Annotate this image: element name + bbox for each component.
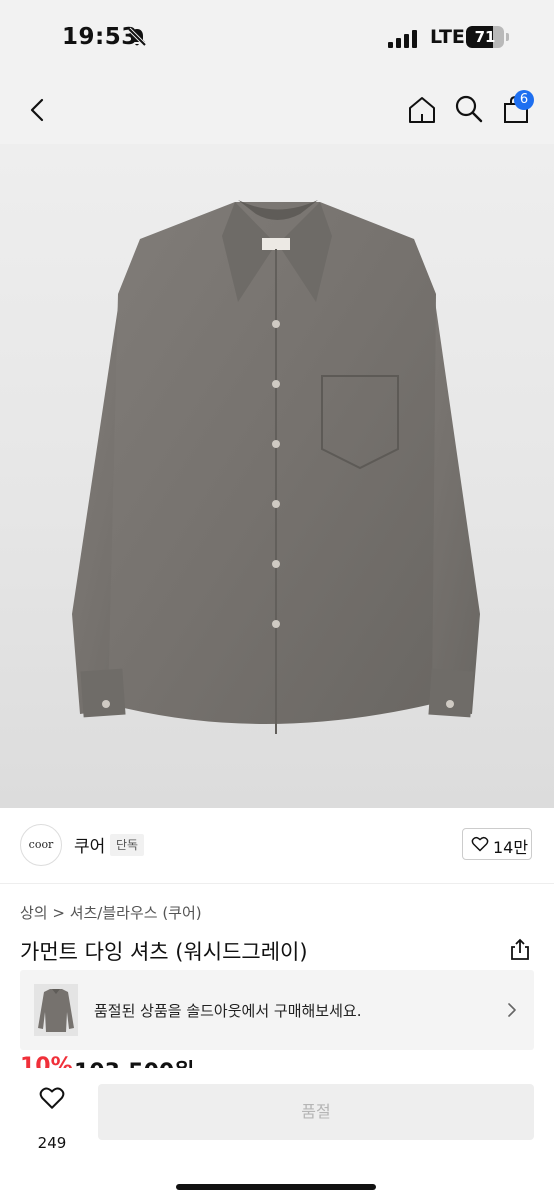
bottom-action-bar: 249 품절 [0, 1068, 554, 1200]
brand-name[interactable]: 쿠어 [74, 832, 105, 857]
chevron-left-icon[interactable] [22, 94, 54, 126]
brand-logo[interactable]: coor [20, 824, 62, 866]
heart-icon [471, 836, 489, 852]
soldout-banner[interactable]: 품절된 상품을 솔드아웃에서 구매해보세요. [20, 970, 534, 1050]
wishlist-button[interactable]: 249 [28, 1086, 76, 1156]
price-row: 10% 103,500원 [20, 1054, 320, 1068]
price: 103,500원 [74, 1054, 194, 1068]
network-type: LTE [430, 26, 465, 48]
banner-product-thumbnail [34, 984, 78, 1036]
home-indicator [176, 1184, 376, 1190]
cellular-signal-icon [388, 30, 417, 48]
status-bar: 19:53 LTE 71 [0, 0, 554, 76]
heart-icon [39, 1087, 65, 1109]
home-icon[interactable] [406, 94, 438, 126]
product-image[interactable] [0, 144, 554, 808]
banner-text: 품절된 상품을 솔드아웃에서 구매해보세요. [94, 1002, 362, 1020]
brand-like-button[interactable]: 14만 [462, 828, 532, 860]
breadcrumb[interactable]: 상의 > 셔츠/블라우스 (쿠어) [20, 902, 202, 923]
exclusive-badge: 단독 [110, 834, 145, 856]
chevron-right-icon [508, 1003, 516, 1017]
discount-rate: 10% [20, 1054, 73, 1068]
search-icon[interactable] [454, 94, 484, 124]
soldout-button[interactable]: 품절 [98, 1084, 534, 1140]
top-navigation [0, 76, 554, 144]
wishlist-count: 249 [37, 1134, 67, 1152]
brand-like-count: 14만 [493, 838, 529, 857]
cart-count-badge: 6 [514, 90, 534, 110]
product-title: 가먼트 다잉 셔츠 (워시드그레이) [20, 940, 308, 964]
battery-level: 71 [474, 28, 496, 46]
bell-muted-icon [127, 27, 147, 47]
shirt-image [72, 200, 480, 734]
share-icon[interactable] [508, 938, 532, 962]
battery-icon: 71 [466, 26, 510, 48]
brand-row: coor 쿠어 단독 14만 [0, 808, 554, 884]
